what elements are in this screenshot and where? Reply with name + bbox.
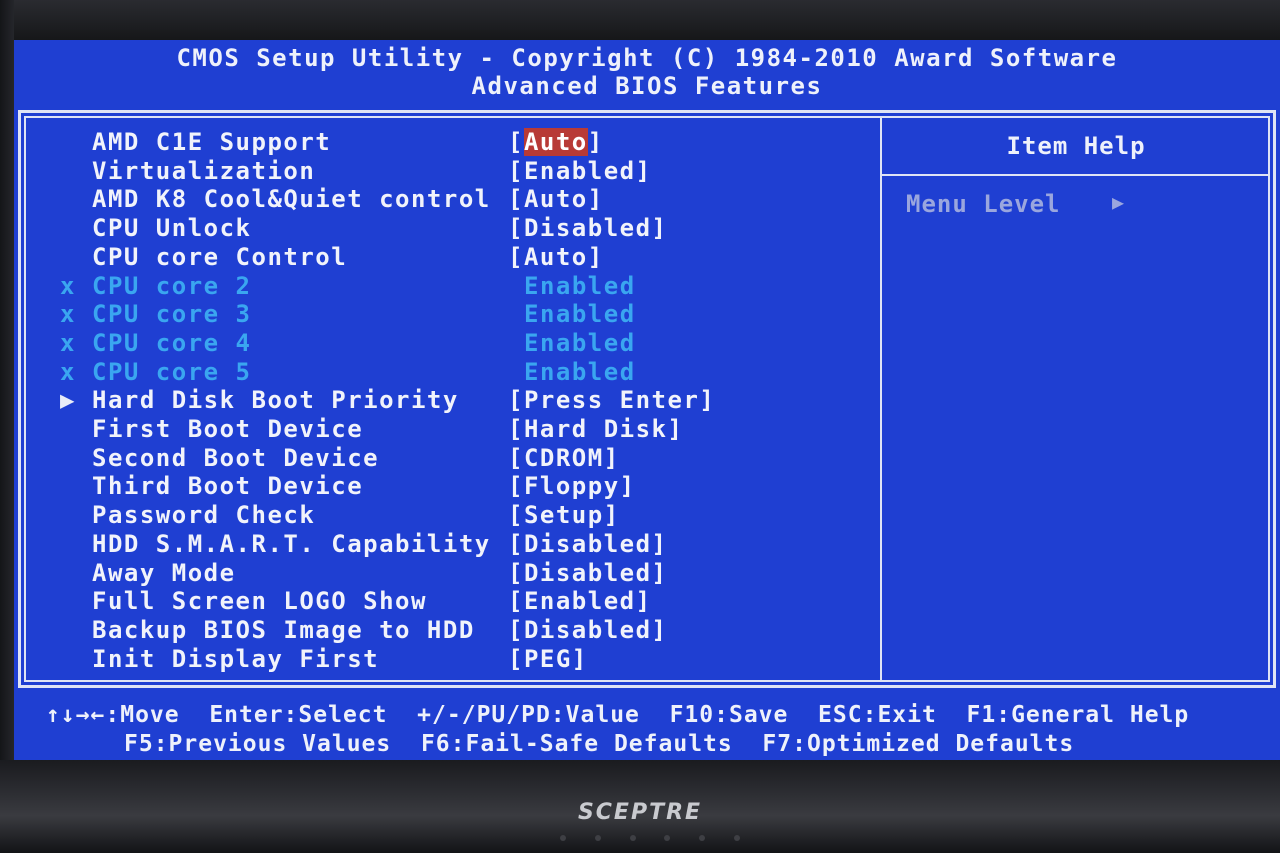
setting-row: x CPU core 3 Enabled [14, 300, 880, 328]
setting-label: CPU core 2 [92, 272, 252, 300]
setting-row: x CPU core 4 Enabled [14, 329, 880, 357]
setting-label: First Boot Device [92, 415, 364, 443]
disabled-marker: x [60, 300, 76, 328]
monitor-button [733, 835, 740, 841]
disabled-marker: x [60, 329, 76, 357]
setting-row[interactable]: CPU core Control [Auto] [14, 243, 880, 271]
setting-row[interactable]: Second Boot Device [CDROM] [14, 444, 880, 472]
monitor-button [699, 835, 706, 841]
monitor-button [594, 835, 601, 841]
key-help-line-1: ↑↓→←:Move Enter:Select +/-/PU/PD:Value F… [46, 702, 1190, 728]
setting-row: x CPU core 2 Enabled [14, 272, 880, 300]
setting-label: CPU core Control [92, 243, 348, 271]
setting-label: AMD C1E Support [92, 128, 332, 156]
setting-value[interactable]: [Hard Disk] [508, 415, 683, 443]
disabled-marker: x [60, 358, 76, 386]
setting-row[interactable]: Password Check [Setup] [14, 501, 880, 529]
setting-row[interactable]: First Boot Device [Hard Disk] [14, 415, 880, 443]
setting-label: Third Boot Device [92, 472, 364, 500]
key-help-line-2: F5:Previous Values F6:Fail-Safe Defaults… [124, 731, 1075, 757]
setting-label: CPU core 5 [92, 358, 252, 386]
monitor-brand-logo: SCEPTRE [577, 800, 703, 825]
setting-value[interactable]: [Disabled] [508, 616, 668, 644]
setting-value[interactable]: [Disabled] [508, 214, 668, 242]
setting-value[interactable]: [Auto] [508, 243, 604, 271]
setting-row[interactable]: Away Mode [Disabled] [14, 559, 880, 587]
setting-label: Init Display First [92, 645, 380, 673]
setting-row[interactable]: CPU Unlock [Disabled] [14, 214, 880, 242]
setting-value[interactable]: [CDROM] [508, 444, 620, 472]
setting-label: Second Boot Device [92, 444, 380, 472]
submenu-arrow-icon: ▶ [60, 386, 76, 414]
setting-label: CPU Unlock [92, 214, 252, 242]
setting-row[interactable]: ▶ Hard Disk Boot Priority [Press Enter] [14, 386, 880, 414]
bios-header-title: CMOS Setup Utility - Copyright (C) 1984-… [176, 44, 1118, 72]
disabled-marker: x [60, 272, 76, 300]
item-help-title: Item Help [1006, 132, 1146, 160]
monitor-button [560, 835, 566, 841]
panel-divider [880, 116, 882, 682]
help-title-divider [882, 174, 1270, 176]
setting-value[interactable]: [Disabled] [508, 559, 668, 587]
bios-screen: CMOS Setup Utility - Copyright (C) 1984-… [14, 40, 1280, 760]
setting-row[interactable]: AMD K8 Cool&Quiet control [Auto] [14, 185, 880, 213]
setting-value[interactable]: [PEG] [508, 645, 588, 673]
setting-value[interactable]: [Enabled] [508, 587, 652, 615]
setting-label: CPU core 4 [92, 329, 252, 357]
setting-label: Backup BIOS Image to HDD [92, 616, 475, 644]
setting-label: Virtualization [92, 157, 316, 185]
setting-value: Enabled [524, 358, 636, 386]
setting-label: CPU core 3 [92, 300, 252, 328]
setting-value[interactable]: [Disabled] [508, 530, 668, 558]
setting-label: Full Screen LOGO Show [92, 587, 427, 615]
setting-value: Enabled [524, 272, 636, 300]
menu-level-arrow-icon: ▶ [1112, 190, 1125, 214]
setting-label: Hard Disk Boot Priority [92, 386, 459, 414]
setting-row: x CPU core 5 Enabled [14, 358, 880, 386]
setting-value[interactable]: [Floppy] [508, 472, 636, 500]
setting-value[interactable]: [Press Enter] [508, 386, 715, 414]
bios-page-title: Advanced BIOS Features [471, 72, 823, 100]
setting-label: AMD K8 Cool&Quiet control [92, 185, 491, 213]
setting-label: Away Mode [92, 559, 236, 587]
setting-row[interactable]: Virtualization [Enabled] [14, 157, 880, 185]
setting-row[interactable]: Third Boot Device [Floppy] [14, 472, 880, 500]
setting-value[interactable]: [Auto] [508, 128, 604, 156]
setting-value[interactable]: [Setup] [508, 501, 620, 529]
setting-label: Password Check [92, 501, 316, 529]
monitor-bezel-left [0, 0, 14, 790]
monitor-buttons [560, 835, 740, 845]
monitor-bezel-top [0, 0, 1280, 40]
setting-row[interactable]: Backup BIOS Image to HDD [Disabled] [14, 616, 880, 644]
setting-row[interactable]: Full Screen LOGO Show [Enabled] [14, 587, 880, 615]
setting-label: HDD S.M.A.R.T. Capability [92, 530, 491, 558]
monitor-button [664, 835, 671, 841]
setting-value: Enabled [524, 329, 636, 357]
setting-value[interactable]: [Auto] [508, 185, 604, 213]
menu-level-label: Menu Level [906, 190, 1061, 218]
setting-row[interactable]: Init Display First [PEG] [14, 645, 880, 673]
setting-row[interactable]: AMD C1E Support [Auto] [14, 128, 880, 156]
setting-value[interactable]: [Enabled] [508, 157, 652, 185]
setting-row[interactable]: HDD S.M.A.R.T. Capability [Disabled] [14, 530, 880, 558]
monitor-button [629, 835, 636, 841]
selected-value-highlight[interactable]: Auto [523, 128, 588, 156]
setting-value: Enabled [524, 300, 636, 328]
